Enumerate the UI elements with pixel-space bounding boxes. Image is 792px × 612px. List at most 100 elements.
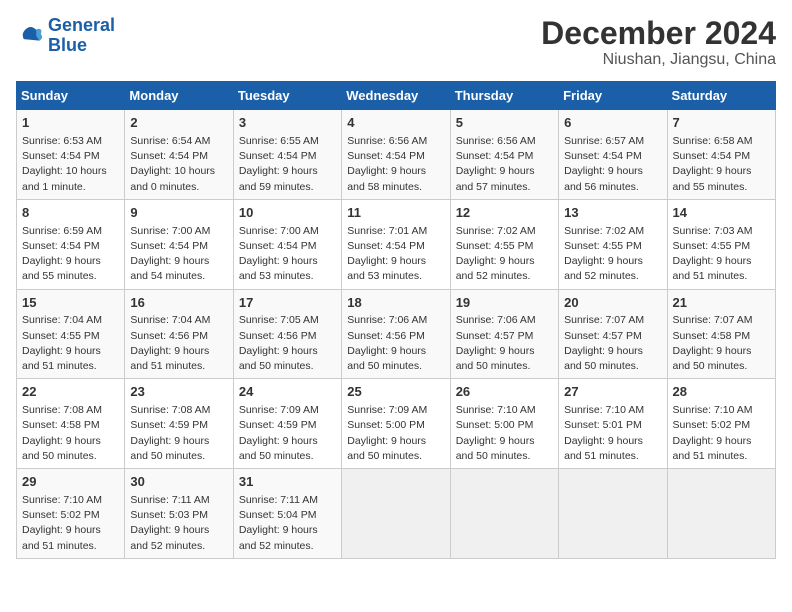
calendar-cell xyxy=(342,469,450,559)
calendar-cell: 27Sunrise: 7:10 AMSunset: 5:01 PMDayligh… xyxy=(559,379,667,469)
calendar-cell: 4Sunrise: 6:56 AMSunset: 4:54 PMDaylight… xyxy=(342,110,450,200)
calendar-cell: 26Sunrise: 7:10 AMSunset: 5:00 PMDayligh… xyxy=(450,379,558,469)
calendar-cell: 28Sunrise: 7:10 AMSunset: 5:02 PMDayligh… xyxy=(667,379,775,469)
day-number: 18 xyxy=(347,294,444,313)
calendar-cell: 30Sunrise: 7:11 AMSunset: 5:03 PMDayligh… xyxy=(125,469,233,559)
day-number: 27 xyxy=(564,383,661,402)
day-info: Sunrise: 7:06 AMSunset: 4:57 PMDaylight:… xyxy=(456,313,553,374)
calendar-cell: 19Sunrise: 7:06 AMSunset: 4:57 PMDayligh… xyxy=(450,289,558,379)
day-info: Sunrise: 7:09 AMSunset: 5:00 PMDaylight:… xyxy=(347,403,444,464)
day-number: 11 xyxy=(347,204,444,223)
calendar-cell: 31Sunrise: 7:11 AMSunset: 5:04 PMDayligh… xyxy=(233,469,341,559)
header-friday: Friday xyxy=(559,82,667,110)
day-info: Sunrise: 6:58 AMSunset: 4:54 PMDaylight:… xyxy=(673,134,770,195)
calendar-title: December 2024 xyxy=(541,16,776,51)
calendar-cell xyxy=(667,469,775,559)
calendar-cell: 3Sunrise: 6:55 AMSunset: 4:54 PMDaylight… xyxy=(233,110,341,200)
calendar-cell: 20Sunrise: 7:07 AMSunset: 4:57 PMDayligh… xyxy=(559,289,667,379)
calendar-cell: 21Sunrise: 7:07 AMSunset: 4:58 PMDayligh… xyxy=(667,289,775,379)
day-info: Sunrise: 7:10 AMSunset: 5:01 PMDaylight:… xyxy=(564,403,661,464)
day-number: 3 xyxy=(239,114,336,133)
day-info: Sunrise: 7:01 AMSunset: 4:54 PMDaylight:… xyxy=(347,224,444,285)
calendar-table: SundayMondayTuesdayWednesdayThursdayFrid… xyxy=(16,81,776,559)
calendar-cell: 5Sunrise: 6:56 AMSunset: 4:54 PMDaylight… xyxy=(450,110,558,200)
calendar-cell: 23Sunrise: 7:08 AMSunset: 4:59 PMDayligh… xyxy=(125,379,233,469)
day-number: 4 xyxy=(347,114,444,133)
day-info: Sunrise: 7:02 AMSunset: 4:55 PMDaylight:… xyxy=(564,224,661,285)
calendar-week-row: 15Sunrise: 7:04 AMSunset: 4:55 PMDayligh… xyxy=(17,289,776,379)
calendar-cell: 15Sunrise: 7:04 AMSunset: 4:55 PMDayligh… xyxy=(17,289,125,379)
calendar-week-row: 1Sunrise: 6:53 AMSunset: 4:54 PMDaylight… xyxy=(17,110,776,200)
calendar-cell: 12Sunrise: 7:02 AMSunset: 4:55 PMDayligh… xyxy=(450,199,558,289)
calendar-cell xyxy=(450,469,558,559)
day-number: 30 xyxy=(130,473,227,492)
day-info: Sunrise: 7:07 AMSunset: 4:58 PMDaylight:… xyxy=(673,313,770,374)
day-info: Sunrise: 7:00 AMSunset: 4:54 PMDaylight:… xyxy=(130,224,227,285)
day-number: 26 xyxy=(456,383,553,402)
day-info: Sunrise: 7:06 AMSunset: 4:56 PMDaylight:… xyxy=(347,313,444,374)
day-info: Sunrise: 6:54 AMSunset: 4:54 PMDaylight:… xyxy=(130,134,227,195)
day-info: Sunrise: 6:57 AMSunset: 4:54 PMDaylight:… xyxy=(564,134,661,195)
day-info: Sunrise: 7:08 AMSunset: 4:58 PMDaylight:… xyxy=(22,403,119,464)
logo-icon xyxy=(16,22,44,50)
calendar-week-row: 29Sunrise: 7:10 AMSunset: 5:02 PMDayligh… xyxy=(17,469,776,559)
day-number: 12 xyxy=(456,204,553,223)
calendar-header-row: SundayMondayTuesdayWednesdayThursdayFrid… xyxy=(17,82,776,110)
day-number: 17 xyxy=(239,294,336,313)
calendar-cell: 22Sunrise: 7:08 AMSunset: 4:58 PMDayligh… xyxy=(17,379,125,469)
calendar-week-row: 8Sunrise: 6:59 AMSunset: 4:54 PMDaylight… xyxy=(17,199,776,289)
calendar-week-row: 22Sunrise: 7:08 AMSunset: 4:58 PMDayligh… xyxy=(17,379,776,469)
header-sunday: Sunday xyxy=(17,82,125,110)
header-tuesday: Tuesday xyxy=(233,82,341,110)
day-number: 31 xyxy=(239,473,336,492)
calendar-cell: 16Sunrise: 7:04 AMSunset: 4:56 PMDayligh… xyxy=(125,289,233,379)
calendar-cell: 6Sunrise: 6:57 AMSunset: 4:54 PMDaylight… xyxy=(559,110,667,200)
day-info: Sunrise: 6:59 AMSunset: 4:54 PMDaylight:… xyxy=(22,224,119,285)
day-number: 5 xyxy=(456,114,553,133)
day-number: 10 xyxy=(239,204,336,223)
day-number: 29 xyxy=(22,473,119,492)
day-info: Sunrise: 6:56 AMSunset: 4:54 PMDaylight:… xyxy=(456,134,553,195)
day-number: 20 xyxy=(564,294,661,313)
day-info: Sunrise: 7:04 AMSunset: 4:55 PMDaylight:… xyxy=(22,313,119,374)
day-number: 23 xyxy=(130,383,227,402)
day-info: Sunrise: 6:53 AMSunset: 4:54 PMDaylight:… xyxy=(22,134,119,195)
day-number: 14 xyxy=(673,204,770,223)
calendar-cell: 7Sunrise: 6:58 AMSunset: 4:54 PMDaylight… xyxy=(667,110,775,200)
calendar-cell: 9Sunrise: 7:00 AMSunset: 4:54 PMDaylight… xyxy=(125,199,233,289)
day-info: Sunrise: 7:04 AMSunset: 4:56 PMDaylight:… xyxy=(130,313,227,374)
calendar-cell: 10Sunrise: 7:00 AMSunset: 4:54 PMDayligh… xyxy=(233,199,341,289)
calendar-cell: 14Sunrise: 7:03 AMSunset: 4:55 PMDayligh… xyxy=(667,199,775,289)
day-number: 6 xyxy=(564,114,661,133)
calendar-cell xyxy=(559,469,667,559)
day-number: 24 xyxy=(239,383,336,402)
day-number: 16 xyxy=(130,294,227,313)
calendar-cell: 29Sunrise: 7:10 AMSunset: 5:02 PMDayligh… xyxy=(17,469,125,559)
day-number: 8 xyxy=(22,204,119,223)
day-number: 28 xyxy=(673,383,770,402)
header-saturday: Saturday xyxy=(667,82,775,110)
day-info: Sunrise: 7:09 AMSunset: 4:59 PMDaylight:… xyxy=(239,403,336,464)
day-info: Sunrise: 7:07 AMSunset: 4:57 PMDaylight:… xyxy=(564,313,661,374)
calendar-cell: 11Sunrise: 7:01 AMSunset: 4:54 PMDayligh… xyxy=(342,199,450,289)
page-header: General Blue December 2024 Niushan, Jian… xyxy=(16,16,776,69)
day-number: 9 xyxy=(130,204,227,223)
calendar-cell: 25Sunrise: 7:09 AMSunset: 5:00 PMDayligh… xyxy=(342,379,450,469)
day-info: Sunrise: 7:10 AMSunset: 5:02 PMDaylight:… xyxy=(22,493,119,554)
calendar-cell: 18Sunrise: 7:06 AMSunset: 4:56 PMDayligh… xyxy=(342,289,450,379)
day-number: 13 xyxy=(564,204,661,223)
day-info: Sunrise: 7:05 AMSunset: 4:56 PMDaylight:… xyxy=(239,313,336,374)
day-number: 7 xyxy=(673,114,770,133)
calendar-cell: 24Sunrise: 7:09 AMSunset: 4:59 PMDayligh… xyxy=(233,379,341,469)
header-wednesday: Wednesday xyxy=(342,82,450,110)
day-info: Sunrise: 7:02 AMSunset: 4:55 PMDaylight:… xyxy=(456,224,553,285)
calendar-cell: 8Sunrise: 6:59 AMSunset: 4:54 PMDaylight… xyxy=(17,199,125,289)
calendar-cell: 1Sunrise: 6:53 AMSunset: 4:54 PMDaylight… xyxy=(17,110,125,200)
header-thursday: Thursday xyxy=(450,82,558,110)
logo: General Blue xyxy=(16,16,115,56)
day-number: 15 xyxy=(22,294,119,313)
calendar-cell: 17Sunrise: 7:05 AMSunset: 4:56 PMDayligh… xyxy=(233,289,341,379)
day-info: Sunrise: 7:11 AMSunset: 5:03 PMDaylight:… xyxy=(130,493,227,554)
day-number: 21 xyxy=(673,294,770,313)
calendar-cell: 13Sunrise: 7:02 AMSunset: 4:55 PMDayligh… xyxy=(559,199,667,289)
